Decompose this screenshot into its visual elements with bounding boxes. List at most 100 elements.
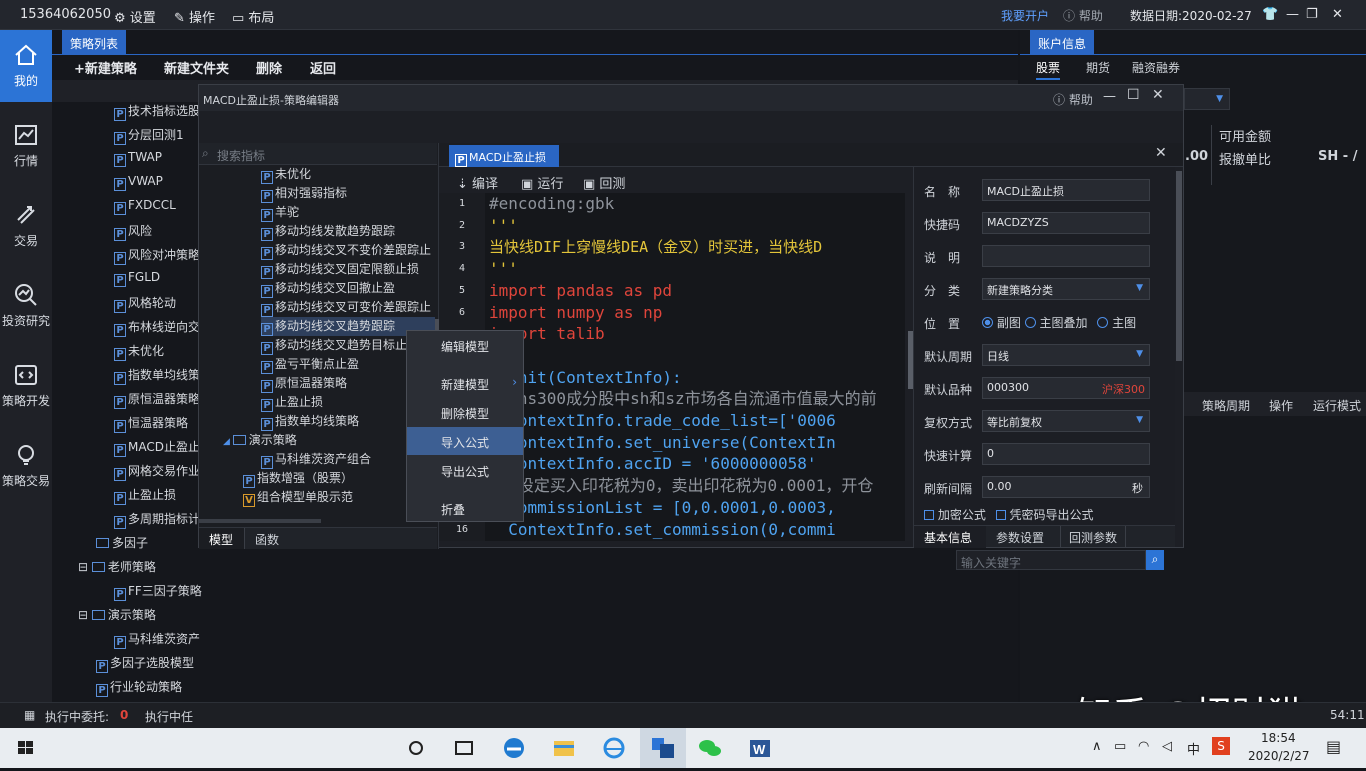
minimize-icon[interactable]: — xyxy=(1286,7,1299,22)
edge-icon[interactable] xyxy=(494,734,534,762)
maximize-icon[interactable]: ☐ xyxy=(1127,87,1140,103)
expand-icon[interactable]: ◢ xyxy=(223,437,233,447)
symbol-field[interactable]: 000300 沪深300 xyxy=(982,377,1150,399)
open-account-link[interactable]: 我要开户 xyxy=(1001,7,1049,24)
indicator-tree-item[interactable]: ◢ 演示策略 xyxy=(223,431,435,450)
tab-function[interactable]: 函数 xyxy=(255,531,279,548)
home-icon xyxy=(15,44,37,65)
shortcut-field[interactable]: MACDZYZS xyxy=(982,212,1150,234)
close-icon[interactable]: ✕ xyxy=(1332,7,1343,22)
horizontal-scrollbar[interactable] xyxy=(199,519,321,523)
nav-market[interactable]: 行情 xyxy=(0,110,52,182)
back-button[interactable]: 返回 xyxy=(310,58,336,77)
tray-chevron-icon[interactable]: ∧ xyxy=(1092,739,1102,754)
nav-mine[interactable]: 我的 xyxy=(0,30,52,102)
nav-strategy-trade[interactable]: 策略交易 xyxy=(0,430,52,502)
editor-help-button[interactable]: ⓘ 帮助 xyxy=(1053,91,1093,108)
radio-main[interactable]: 主图 xyxy=(1097,316,1136,330)
tab-stock[interactable]: 股票 xyxy=(1036,59,1061,80)
menu-import-formula[interactable]: 导入公式 xyxy=(407,427,523,455)
strategy-list-tab[interactable]: 策略列表 xyxy=(62,30,127,54)
account-info-tab[interactable]: 账户信息 xyxy=(1030,30,1095,54)
refresh-field[interactable]: 0.00 秒 xyxy=(982,476,1150,498)
wifi-icon[interactable]: ◠ xyxy=(1138,739,1149,754)
tab-model[interactable]: 模型 xyxy=(199,528,245,549)
close-doc-icon[interactable]: ✕ xyxy=(1155,145,1167,161)
operate-menu[interactable]: ✎ 操作 xyxy=(174,7,215,26)
menu-collapse[interactable]: 折叠 xyxy=(407,494,523,522)
notification-icon[interactable]: ▤ xyxy=(1326,737,1341,756)
fast-calc-field[interactable]: 0 xyxy=(982,443,1150,465)
restore-icon[interactable]: ❐ xyxy=(1306,7,1318,22)
menu-edit-model[interactable]: 编辑模型 xyxy=(407,331,523,359)
help-link[interactable]: ⓘ 帮助 xyxy=(1063,7,1103,24)
indicator-search[interactable]: ⌕ 搜索指标 xyxy=(199,143,437,165)
backtest-button[interactable]: ▣ 回测 xyxy=(583,173,625,192)
shirt-icon[interactable]: 👕 xyxy=(1262,7,1278,22)
new-strategy-button[interactable]: +新建策略 xyxy=(74,58,137,77)
properties-scrollbar[interactable] xyxy=(1176,171,1182,361)
strategy-tree-item[interactable]: ⊟ 老师策略 xyxy=(78,558,194,580)
doc-tab-macd[interactable]: P MACD止盈止损 xyxy=(449,145,559,167)
trading-app-taskbar[interactable] xyxy=(640,728,686,768)
volume-icon[interactable]: ◁ xyxy=(1162,739,1172,754)
strategy-tree-item[interactable]: P FF三因子策略 xyxy=(114,582,212,604)
task-view-icon[interactable] xyxy=(444,734,484,762)
strategy-tree-item[interactable]: ⊟ 演示策略 xyxy=(78,606,194,628)
search-icon[interactable]: ⌕ xyxy=(1146,550,1164,570)
windows-start-icon[interactable] xyxy=(6,734,46,762)
minimize-icon[interactable]: — xyxy=(1103,89,1116,104)
word-icon[interactable]: W xyxy=(740,734,780,762)
export-pwd-checkbox[interactable]: 凭密码导出公式 xyxy=(995,508,1094,522)
indicator-tree-item[interactable]: P 移动均线交叉回撤止盈 xyxy=(261,279,435,298)
description-field[interactable] xyxy=(982,245,1150,267)
compile-button[interactable]: ⇣ 编译 xyxy=(457,173,498,192)
nav-trade[interactable]: 交易 xyxy=(0,190,52,262)
name-field[interactable]: MACD止盈止损 xyxy=(982,179,1150,201)
encrypt-checkbox[interactable]: 加密公式 xyxy=(924,508,986,522)
wechat-icon[interactable] xyxy=(690,734,730,762)
ime-indicator[interactable]: 中 xyxy=(1187,739,1200,758)
collapse-icon[interactable]: ⊟ xyxy=(78,560,92,574)
tab-margin[interactable]: 融资融券 xyxy=(1132,59,1180,76)
search-circle-icon[interactable] xyxy=(396,734,436,762)
adjust-select[interactable]: 等比前复权 ▼ xyxy=(982,410,1150,432)
indicator-tree-item[interactable]: P 羊驼 xyxy=(261,203,435,222)
indicator-tree-item[interactable]: P 移动均线交叉不变价差跟踪止 xyxy=(261,241,435,260)
menu-delete-model[interactable]: 删除模型 xyxy=(407,398,523,426)
delete-button[interactable]: 删除 xyxy=(256,58,282,77)
category-select[interactable]: 新建策略分类 ▼ xyxy=(982,278,1150,300)
tab-backtest-params[interactable]: 回测参数 xyxy=(1060,526,1127,548)
period-select[interactable]: 日线 ▼ xyxy=(982,344,1150,366)
settings-menu[interactable]: ⚙ 设置 xyxy=(114,7,156,26)
tab-futures[interactable]: 期货 xyxy=(1086,59,1110,76)
keyword-input[interactable]: 输入关键字 xyxy=(956,550,1146,570)
indicator-tree-item[interactable]: P 相对强弱指标 xyxy=(261,184,435,203)
new-folder-button[interactable]: 新建文件夹 xyxy=(164,58,229,77)
ie-icon[interactable] xyxy=(594,734,634,762)
run-button[interactable]: ▣ 运行 xyxy=(521,173,563,192)
indicator-tree-item[interactable]: P 移动均线交叉固定限额止损 xyxy=(261,260,435,279)
strategy-tree-item[interactable]: P 多因子选股模型 xyxy=(96,654,212,676)
menu-export-formula[interactable]: 导出公式 xyxy=(407,456,523,484)
battery-icon[interactable]: ▭ xyxy=(1114,739,1126,754)
indicator-tree-item[interactable]: P 未优化 xyxy=(261,165,435,184)
sogou-icon[interactable]: S xyxy=(1212,737,1230,755)
layout-menu[interactable]: ▭ 布局 xyxy=(232,7,274,26)
file-explorer-icon[interactable] xyxy=(544,734,584,762)
radio-subchart[interactable]: 副图 xyxy=(982,316,1021,330)
strategy-tree-item[interactable]: P 行业轮动策略 xyxy=(96,678,212,700)
menu-new-model[interactable]: 新建模型 › xyxy=(407,369,523,397)
collapse-icon[interactable]: ⊟ xyxy=(78,608,92,622)
radio-main-overlay[interactable]: 主图叠加 xyxy=(1024,316,1088,330)
account-select[interactable]: ▼ xyxy=(1184,88,1230,110)
strategy-tree-item[interactable]: 多因子 xyxy=(96,534,212,556)
indicator-tree-item[interactable]: P 移动均线交叉可变价差跟踪止 xyxy=(261,298,435,317)
nav-research[interactable]: 投资研究 xyxy=(0,270,52,342)
tab-params[interactable]: 参数设置 xyxy=(996,529,1044,546)
tab-basic-info[interactable]: 基本信息 xyxy=(914,526,986,548)
strategy-tree-item[interactable]: P 马科维茨资产 xyxy=(114,630,212,652)
close-icon[interactable]: ✕ xyxy=(1152,87,1164,103)
indicator-tree-item[interactable]: P 移动均线发散趋势跟踪 xyxy=(261,222,435,241)
nav-strategy-dev[interactable]: 策略开发 xyxy=(0,350,52,422)
